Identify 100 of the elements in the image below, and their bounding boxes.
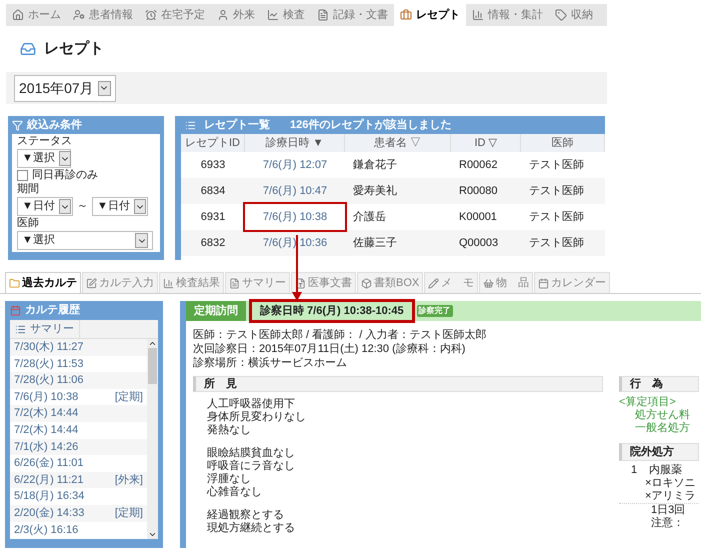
prescription-group: 内服薬 (649, 464, 682, 477)
record-tab[interactable]: 過去カルテ (5, 272, 81, 293)
tab-icon (483, 278, 494, 288)
table-cell-text: 7/6(月) 10:47 (262, 184, 328, 199)
table-cell-text: R00080 (458, 184, 499, 199)
table-cell-text: テスト医師 (528, 158, 585, 173)
history-item[interactable]: 7/28(火) 11:06 (10, 372, 147, 389)
action-item: 処方せん料 (634, 409, 691, 422)
finding-line: 現処方継続とする (207, 522, 296, 535)
tab-icon (538, 278, 550, 288)
scroll-down-icon[interactable] (148, 530, 157, 539)
panel-title: レセプト一覧 (204, 118, 270, 133)
nav-tab[interactable]: 在宅予定 (139, 4, 211, 26)
scrollbar[interactable] (147, 339, 158, 539)
note-text: 注意： (650, 517, 685, 530)
calendar-icon (10, 305, 21, 316)
tab-icon (267, 9, 279, 21)
callout-arrow (292, 235, 302, 301)
list-icon (15, 324, 26, 334)
month-select[interactable]: 2015年07月 (14, 74, 116, 102)
visit-type-badge: 定期訪問 (186, 301, 246, 321)
history-item[interactable]: 6/22(月) 11:21 [外来] (10, 472, 147, 488)
table-cell-text: R00062 (458, 158, 499, 173)
table-cell-text: 愛寿美礼 (352, 184, 398, 199)
visit-info-line: 医師：テスト医師太郎 / 看護師： / 入力者：テスト医師太郎 (193, 328, 488, 342)
field-label: 医師 (17, 217, 40, 230)
tab-icon (9, 278, 20, 288)
section-header: 院外処方 (619, 443, 699, 461)
tab-icon (217, 9, 229, 21)
tab-icon (400, 9, 412, 21)
nav-tab[interactable]: 情報・集計 (466, 4, 549, 26)
table-cell-text: テスト医師 (528, 210, 585, 225)
drug-name: ×ロキソニ (644, 477, 696, 490)
table-cell-text: テスト医師 (528, 184, 585, 199)
history-item[interactable]: 7/1(水) 14:26 (10, 438, 147, 456)
field-label: ステータス (17, 135, 73, 148)
record-tab[interactable]: カルテ入力 (82, 272, 158, 293)
page-title: レセプト (44, 38, 104, 59)
history-item[interactable]: 2/20(金) 14:33 [定期] (10, 504, 147, 522)
visit-info-line: 診察場所：横浜サービスホーム (193, 356, 348, 370)
table-cell-text: 6931 (200, 210, 226, 225)
table-cell-text: 佐藤三子 (352, 236, 398, 251)
finding-line: 人工呼吸器使用下 (207, 398, 296, 410)
checkbox[interactable] (17, 170, 28, 181)
table-cell-text: 6834 (200, 184, 226, 199)
table-cell-text: 介護岳 (352, 210, 387, 225)
tab-icon (317, 9, 329, 21)
table-cell-text: Q00003 (458, 236, 500, 251)
record-tab[interactable]: 書類BOX (357, 272, 424, 293)
nav-tab[interactable]: 外来 (211, 4, 261, 26)
tab-icon (472, 9, 484, 21)
record-tab[interactable]: メ モ (424, 272, 478, 293)
date-select[interactable]: ▼日付 (92, 197, 148, 216)
status-select[interactable]: ▼選択 (17, 149, 71, 168)
action-item: 一般名処方 (634, 422, 691, 435)
status-badge: 診察完了 (416, 305, 453, 317)
nav-tab[interactable]: 収納 (549, 4, 599, 26)
table-cell-text: テスト医師 (528, 236, 585, 251)
filter-icon (12, 120, 23, 130)
nav-tab[interactable]: 検査 (261, 4, 311, 26)
scrollbar-thumb[interactable] (148, 348, 157, 384)
record-tab[interactable]: 物 品 (479, 272, 534, 293)
finding-line: 心雑音なし (207, 486, 263, 499)
tab-icon (163, 278, 174, 288)
table-cell-text: 7/6(月) 10:36 (262, 236, 328, 251)
finding-line: 浮腫なし (207, 473, 252, 486)
drug-name: ×アリミラ (644, 490, 696, 503)
scroll-up-icon[interactable] (148, 339, 157, 348)
finding-line: 呼吸音にラ音なし (207, 460, 296, 473)
record-tab[interactable]: カレンダー (534, 272, 610, 293)
panel-title: 絞込み条件 (27, 118, 82, 133)
prescription-number: 1 (631, 464, 638, 477)
checkbox-label: 同日再診のみ (32, 169, 98, 182)
tab-icon (229, 278, 240, 288)
doctor-select[interactable]: ▼選択 (17, 231, 153, 250)
finding-line: 身体所見変わりなし (207, 411, 307, 424)
history-item[interactable]: 7/30(木) 11:27 (10, 339, 147, 356)
finding-line: 眼瞼結膜貧血なし (207, 447, 296, 460)
record-tab[interactable]: 医事文書 (291, 272, 356, 293)
date-select[interactable]: ▼日付 (17, 197, 73, 216)
tab-icon (12, 9, 24, 21)
history-item[interactable]: 7/28(火) 11:53 (10, 356, 147, 372)
table-cell-text: 6832 (200, 236, 226, 251)
category-label: <算定項目> (619, 396, 677, 408)
nav-tab[interactable]: 記録・文書 (311, 4, 394, 26)
finding-line: 経過観察とする (207, 509, 285, 522)
nav-tab[interactable]: 患者情報 (67, 4, 139, 26)
nav-tab[interactable]: レセプト (394, 4, 466, 26)
list-icon (185, 120, 196, 130)
tab-icon (86, 278, 97, 288)
nav-tab[interactable]: ホーム (6, 4, 67, 26)
history-item[interactable]: 7/6(月) 10:38 [定期] (10, 388, 147, 406)
table-cell-text: K00001 (458, 210, 498, 225)
record-tab[interactable]: サマリー (225, 272, 290, 293)
history-item[interactable]: 7/2(木) 14:44 (10, 405, 147, 422)
history-item[interactable]: 2/3(火) 16:16 (10, 522, 147, 538)
inbox-icon (20, 41, 36, 57)
section-header: 行 為 (619, 376, 699, 392)
range-separator: ～ (77, 200, 88, 213)
record-tab[interactable]: 検査結果 (159, 272, 224, 293)
